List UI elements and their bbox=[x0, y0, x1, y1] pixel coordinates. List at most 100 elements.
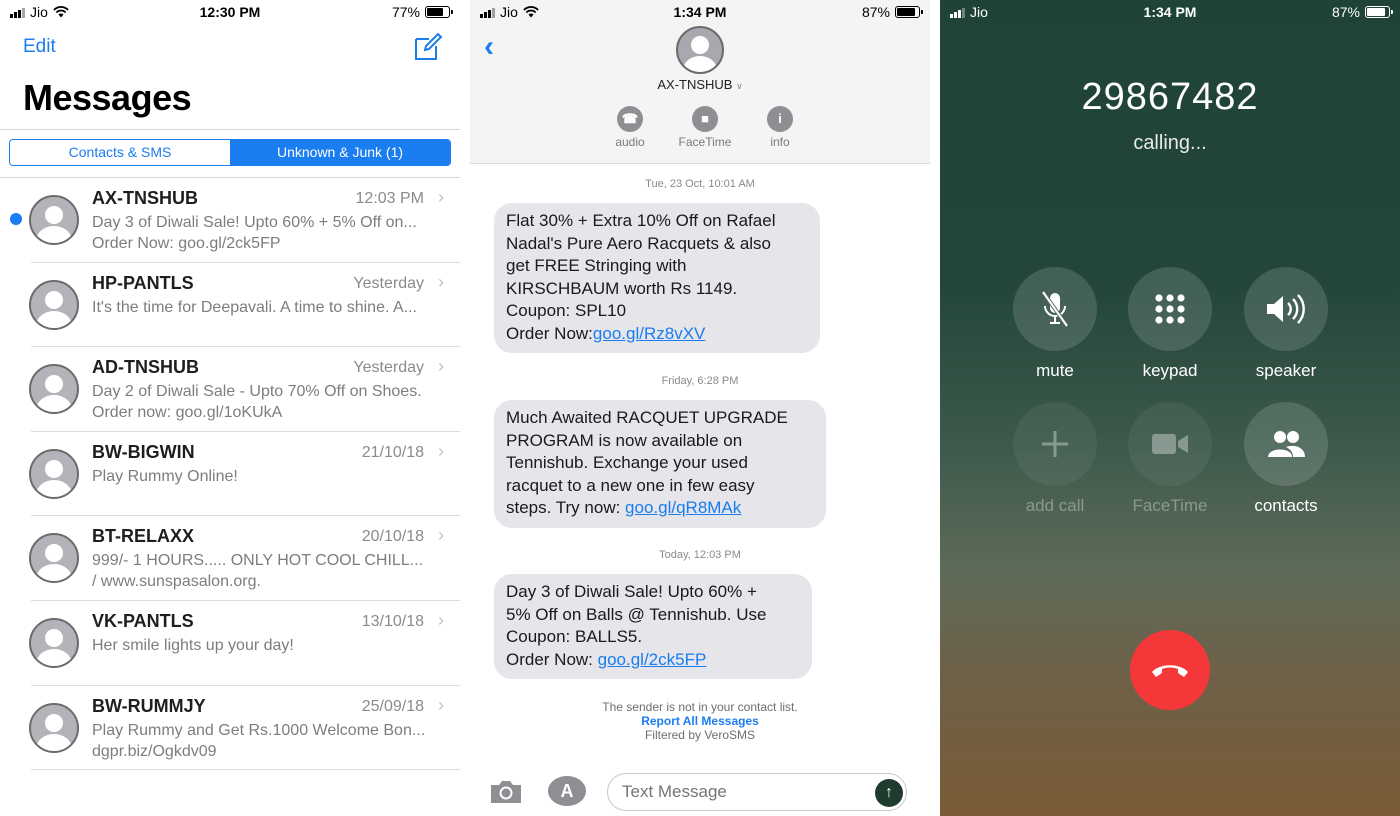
message-link[interactable]: goo.gl/Rz8vXV bbox=[593, 324, 705, 343]
thread-date: Yesterday bbox=[353, 274, 424, 292]
thread-preview: It's the time for Deepavali. A time to s… bbox=[92, 298, 417, 316]
back-chevron-icon[interactable]: ‹ bbox=[484, 30, 494, 64]
thread-row[interactable]: AX-TNSHUB 12:03 PM › Day 3 of Diwali Sal… bbox=[0, 178, 460, 263]
thread-name: BW-BIGWIN bbox=[92, 441, 195, 462]
message-link[interactable]: goo.gl/qR8MAk bbox=[625, 498, 741, 517]
sender-notice: The sender is not in your contact list. … bbox=[470, 700, 930, 742]
thread-preview: Day 2 of Diwali Sale - Upto 70% Off on S… bbox=[92, 383, 422, 422]
thread-row[interactable]: BT-RELAXX 20/10/18 › 999/- 1 HOURS..... … bbox=[0, 516, 460, 601]
thread-row[interactable]: BW-RUMMJY 25/09/18 › Play Rummy and Get … bbox=[0, 686, 460, 771]
filter-segmented-control[interactable]: Contacts & SMS Unknown & Junk (1) bbox=[9, 139, 451, 166]
speaker-icon bbox=[1267, 294, 1305, 324]
thread-row[interactable]: HP-PANTLS Yesterday › It's the time for … bbox=[0, 263, 460, 348]
thread-row[interactable]: AD-TNSHUB Yesterday › Day 2 of Diwali Sa… bbox=[0, 347, 460, 432]
thread-name: AD-TNSHUB bbox=[92, 357, 199, 378]
app-store-icon[interactable]: A bbox=[548, 776, 586, 806]
add-call-button[interactable]: add call bbox=[1013, 402, 1097, 516]
thread-preview: 999/- 1 HOURS..... ONLY HOT COOL CHILL..… bbox=[92, 552, 424, 591]
mute-button[interactable]: mute bbox=[1013, 267, 1097, 381]
conversation-header: Jio 1:34 PM 87% ‹ AX-TNSHUB ∨ ☎ audio ■ … bbox=[470, 0, 930, 164]
chevron-right-icon: › bbox=[438, 609, 444, 630]
chevron-right-icon: › bbox=[438, 525, 444, 546]
camera-icon[interactable] bbox=[488, 778, 524, 806]
chevron-right-icon: › bbox=[438, 440, 444, 461]
audio-call-button[interactable]: ☎ audio bbox=[600, 106, 660, 149]
calling-screen: Jio 1:34 PM 87% 29867482 calling... mute bbox=[940, 0, 1400, 816]
status-bar: Jio 1:34 PM 87% bbox=[470, 0, 930, 24]
status-bar: Jio 1:34 PM 87% bbox=[940, 0, 1400, 24]
thread-date: 21/10/18 bbox=[361, 443, 424, 461]
message-bubble: Flat 30% + Extra 10% Off on Rafael Nadal… bbox=[494, 203, 820, 353]
thread-row[interactable]: BW-BIGWIN 21/10/18 › Play Rummy Online! bbox=[0, 432, 460, 517]
avatar bbox=[29, 702, 79, 753]
phone-icon: ☎ bbox=[617, 106, 643, 132]
avatar bbox=[29, 448, 79, 499]
thread-date: 20/10/18 bbox=[361, 528, 424, 546]
chevron-right-icon: › bbox=[438, 356, 444, 377]
avatar bbox=[29, 533, 79, 584]
speaker-button[interactable]: speaker bbox=[1244, 267, 1328, 381]
thread-preview: Play Rummy and Get Rs.1000 Welcome Bon..… bbox=[92, 721, 426, 760]
battery-icon bbox=[425, 6, 453, 18]
contact-actions: ☎ audio ■ FaceTime i info bbox=[600, 106, 810, 149]
report-all-messages-link[interactable]: Report All Messages bbox=[470, 714, 930, 728]
facetime-button[interactable]: FaceTime bbox=[1128, 402, 1212, 516]
thread-date: Yesterday bbox=[353, 359, 424, 377]
send-arrow-icon[interactable]: ↑ bbox=[875, 779, 903, 807]
message-input[interactable] bbox=[607, 773, 907, 811]
plus-icon bbox=[1042, 431, 1068, 457]
battery-percent: 87% bbox=[861, 4, 890, 20]
info-button[interactable]: i info bbox=[750, 106, 810, 149]
battery-icon bbox=[895, 6, 923, 18]
messages-list-screen: Jio 12:30 PM 77% Edit Messages Contacts … bbox=[0, 0, 460, 816]
video-camera-icon: ■ bbox=[692, 106, 718, 132]
end-call-button[interactable] bbox=[1130, 630, 1210, 710]
dialed-number: 29867482 bbox=[1081, 76, 1259, 118]
message-bubble: Much Awaited RACQUET UPGRADE PROGRAM is … bbox=[494, 400, 826, 528]
status-bar: Jio 12:30 PM 77% bbox=[0, 0, 460, 24]
avatar bbox=[29, 195, 79, 245]
thread-preview: Play Rummy Online! bbox=[92, 467, 238, 485]
facetime-button[interactable]: ■ FaceTime bbox=[675, 106, 735, 149]
contact-name[interactable]: AX-TNSHUB ∨ bbox=[470, 77, 930, 92]
chevron-right-icon: › bbox=[438, 694, 444, 715]
chevron-down-icon: ∨ bbox=[736, 81, 743, 91]
segment-contacts-sms[interactable]: Contacts & SMS bbox=[10, 140, 230, 165]
message-link[interactable]: goo.gl/2ck5FP bbox=[598, 650, 707, 669]
info-icon: i bbox=[767, 106, 793, 132]
battery-percent: 87% bbox=[1331, 4, 1360, 20]
page-title: Messages bbox=[23, 77, 192, 118]
call-status: calling... bbox=[1133, 132, 1207, 154]
compose-icon[interactable] bbox=[413, 32, 443, 62]
hang-up-phone-icon bbox=[1152, 665, 1188, 677]
divider bbox=[0, 129, 460, 130]
battery-icon bbox=[1365, 6, 1393, 18]
thread-name: BW-RUMMJY bbox=[92, 695, 206, 716]
chevron-right-icon: › bbox=[438, 187, 444, 207]
avatar bbox=[29, 364, 79, 415]
keypad-button[interactable]: keypad bbox=[1128, 267, 1212, 381]
segment-unknown-junk[interactable]: Unknown & Junk (1) bbox=[230, 140, 450, 165]
message-timestamp: Tue, 23 Oct, 10:01 AM bbox=[645, 178, 755, 190]
conversation-screen: Jio 1:34 PM 87% ‹ AX-TNSHUB ∨ ☎ audio ■ … bbox=[470, 0, 930, 816]
battery-percent: 77% bbox=[391, 4, 420, 20]
thread-date: 25/09/18 bbox=[361, 697, 424, 715]
contacts-button[interactable]: contacts bbox=[1244, 402, 1328, 516]
avatar bbox=[29, 617, 79, 668]
thread-date: 12:03 PM bbox=[355, 190, 424, 207]
thread-list: AX-TNSHUB 12:03 PM › Day 3 of Diwali Sal… bbox=[0, 178, 460, 771]
contacts-icon bbox=[1268, 431, 1305, 457]
contact-avatar[interactable] bbox=[676, 26, 724, 74]
message-timestamp: Today, 12:03 PM bbox=[659, 549, 741, 561]
unread-dot-icon bbox=[10, 213, 22, 225]
thread-name: HP-PANTLS bbox=[92, 272, 194, 293]
thread-row[interactable]: VK-PANTLS 13/10/18 › Her smile lights up… bbox=[0, 601, 460, 686]
message-timestamp: Friday, 6:28 PM bbox=[661, 375, 739, 387]
edit-button[interactable]: Edit bbox=[23, 36, 56, 58]
thread-preview: Day 3 of Diwali Sale! Upto 60% + 5% Off … bbox=[92, 214, 417, 252]
chevron-right-icon: › bbox=[438, 271, 444, 292]
microphone-muted-icon bbox=[1041, 290, 1069, 328]
avatar bbox=[29, 279, 79, 330]
thread-preview: Her smile lights up your day! bbox=[92, 636, 294, 654]
thread-name: BT-RELAXX bbox=[92, 526, 195, 547]
